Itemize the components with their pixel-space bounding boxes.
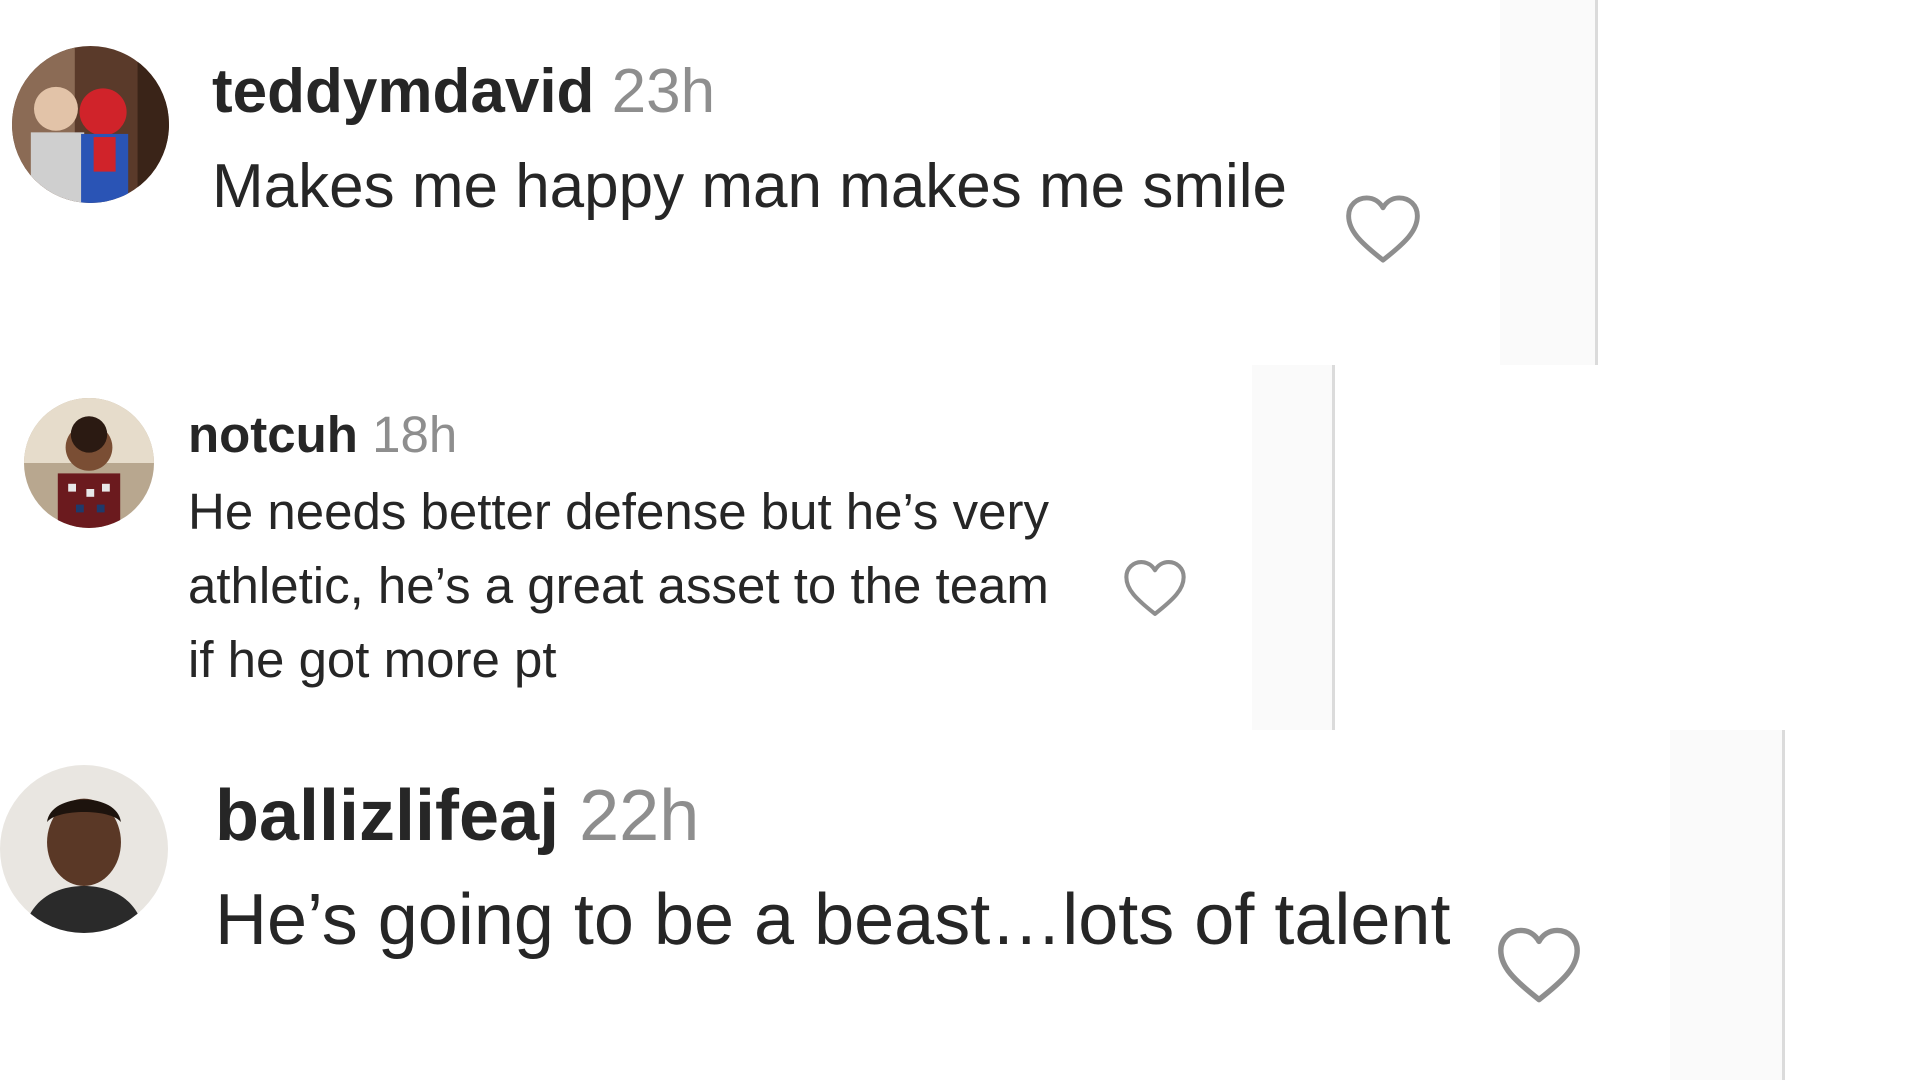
comment-item: ballizlifeaj 22h He’s going to be a beas… — [0, 730, 1790, 1080]
avatar[interactable] — [24, 398, 154, 528]
comments-screenshot: teddymdavid 23h Makes me happy man makes… — [0, 0, 1920, 1080]
avatar[interactable] — [0, 765, 168, 933]
comment-header: notcuh 18h — [188, 405, 457, 464]
comment-text: He needs better defense but he’s very at… — [188, 483, 1049, 688]
timestamp[interactable]: 23h — [612, 57, 715, 126]
comment-item: notcuh 18h He needs better defense but h… — [0, 365, 1340, 730]
panel-divider — [1782, 730, 1785, 1080]
avatar[interactable] — [12, 46, 169, 203]
comment-header: ballizlifeaj 22h — [215, 775, 699, 857]
side-panel — [1252, 365, 1332, 730]
timestamp[interactable]: 22h — [579, 776, 699, 856]
side-panel — [1670, 730, 1785, 1080]
timestamp[interactable]: 18h — [372, 406, 457, 463]
heart-outline-icon[interactable] — [1495, 925, 1583, 1005]
heart-outline-icon[interactable] — [1343, 193, 1423, 265]
side-panel — [1500, 0, 1595, 365]
panel-divider — [1332, 365, 1335, 730]
comment-text: He’s going to be a beast…lots of talent — [215, 880, 1451, 960]
username[interactable]: ballizlifeaj — [215, 776, 559, 856]
comment-item: teddymdavid 23h Makes me happy man makes… — [0, 0, 1610, 365]
comment-header: teddymdavid 23h — [212, 56, 715, 127]
username[interactable]: notcuh — [188, 406, 358, 463]
heart-outline-icon[interactable] — [1120, 558, 1190, 618]
panel-divider — [1595, 0, 1598, 365]
comment-text: Makes me happy man makes me smile — [212, 152, 1288, 221]
username[interactable]: teddymdavid — [212, 57, 594, 126]
